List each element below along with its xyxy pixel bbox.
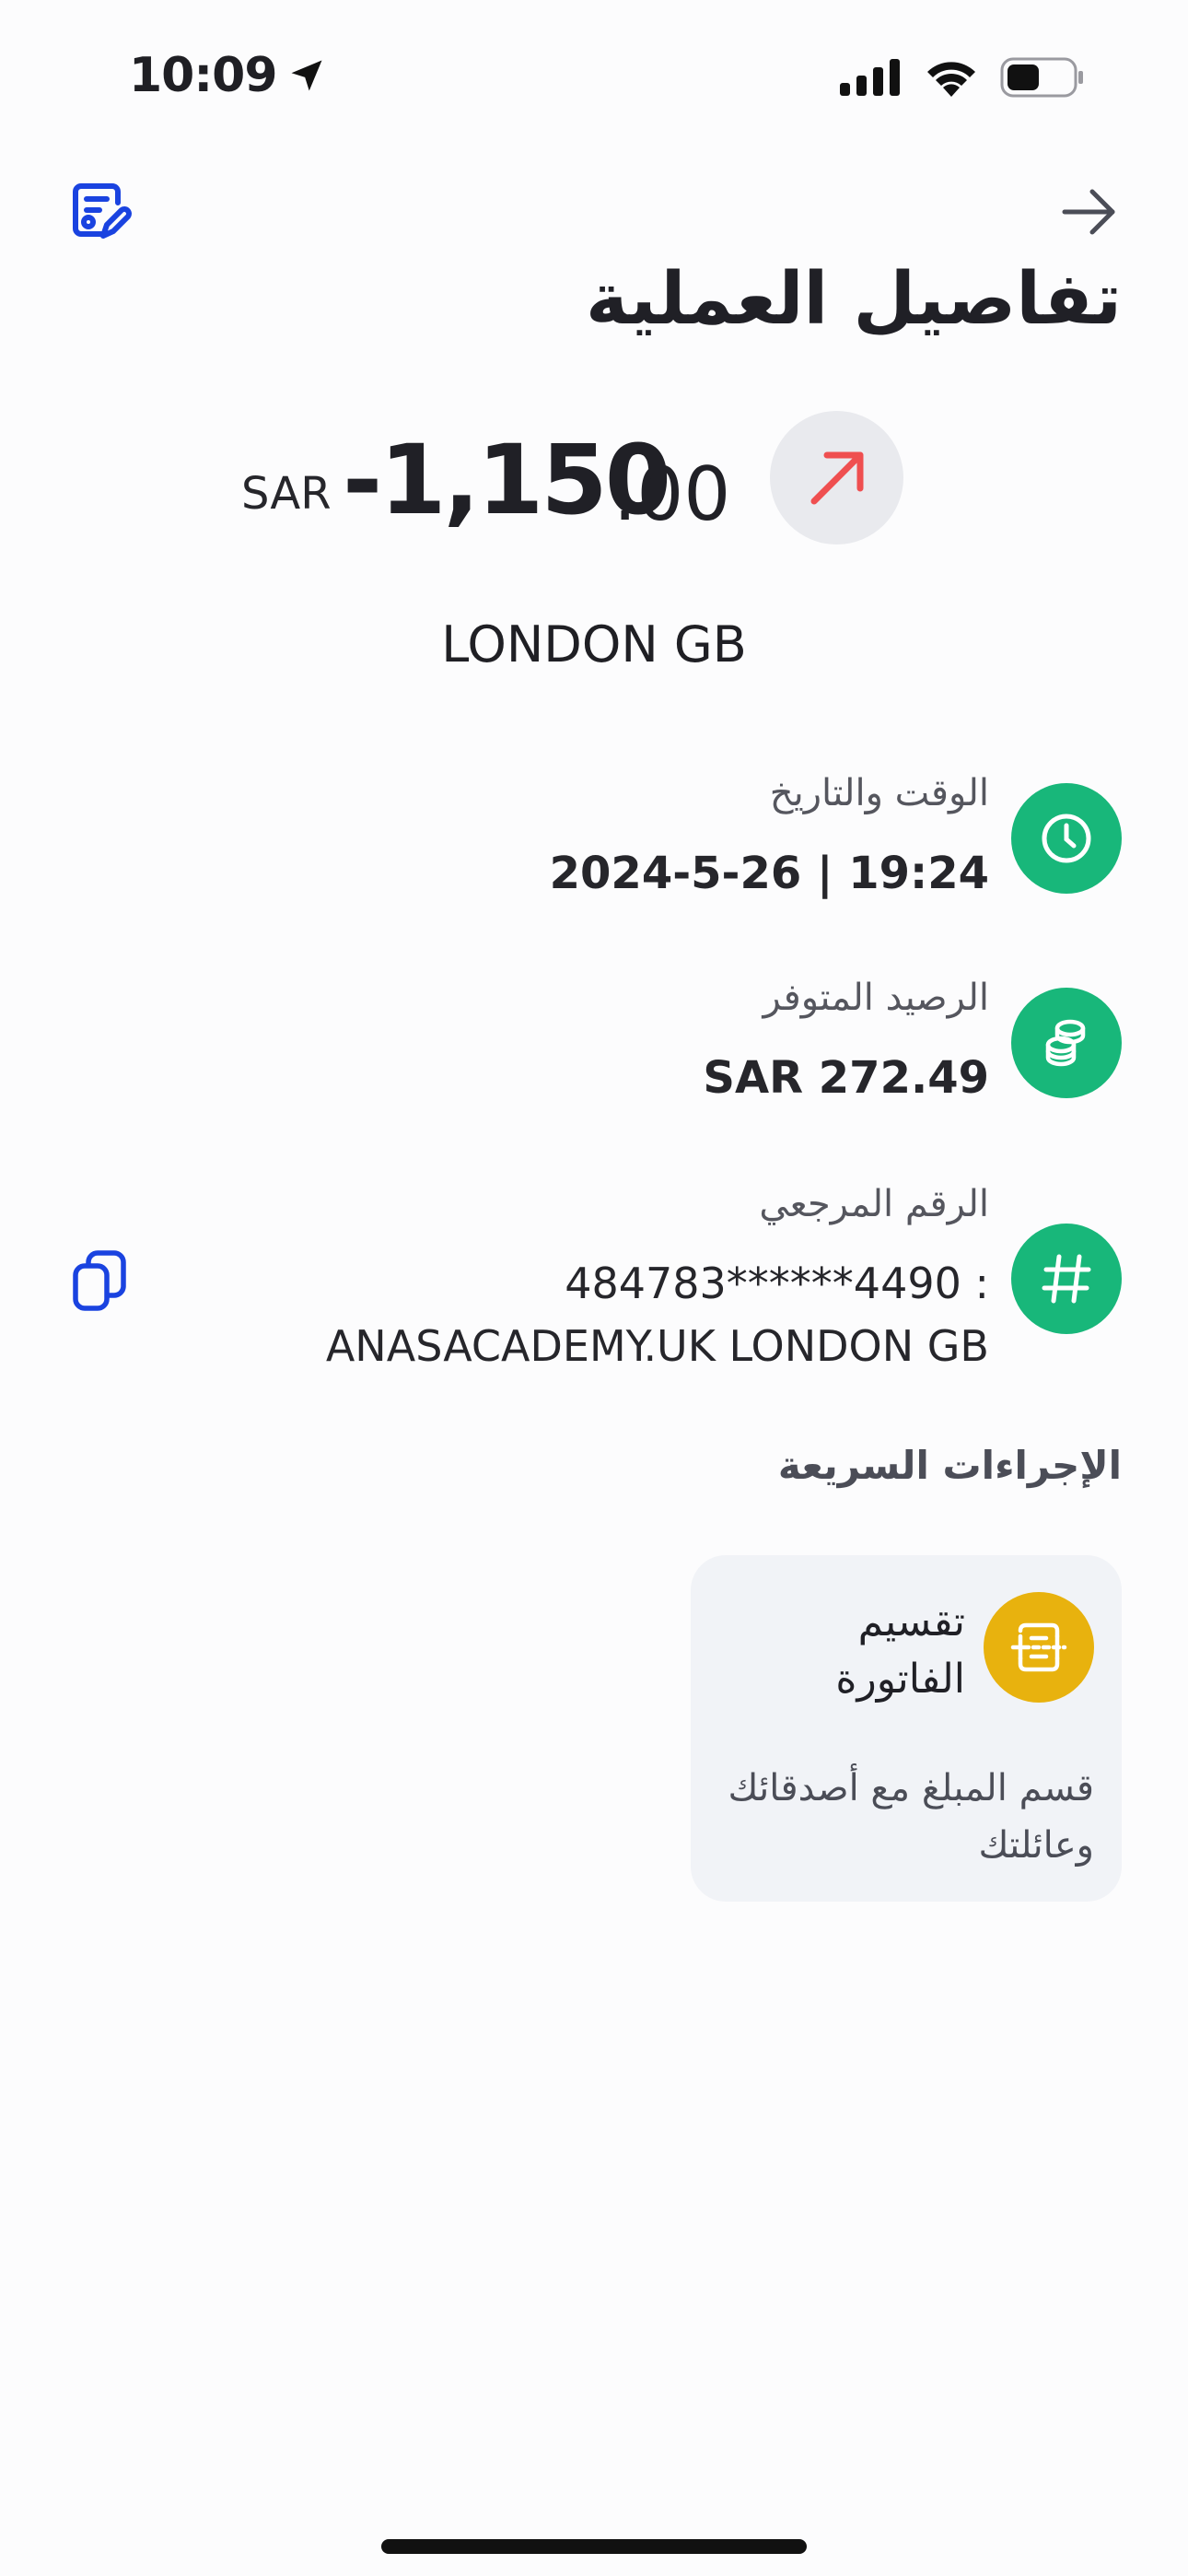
- split-bill-card[interactable]: تقسيم الفاتورة قسم المبلغ مع أصدقائك وعا…: [691, 1555, 1122, 1902]
- balance-label: الرصيد المتوفر: [763, 977, 989, 1019]
- edit-notes-button[interactable]: [66, 179, 133, 245]
- clock-icon: [1042, 814, 1091, 863]
- outgoing-transaction-badge: [770, 411, 903, 544]
- datetime-label: الوقت والتاريخ: [769, 772, 989, 814]
- arrow-right-icon: [1062, 189, 1115, 235]
- coins-icon: [1045, 1019, 1086, 1067]
- reference-label: الرقم المرجعي: [759, 1183, 989, 1225]
- reference-value-line2: ANASACADEMY.UK LONDON GB: [325, 1321, 989, 1371]
- amount-currency: SAR: [241, 468, 332, 520]
- split-bill-badge: [984, 1592, 1094, 1703]
- home-indicator[interactable]: [381, 2539, 807, 2554]
- split-bill-title: تقسيم الفاتورة: [835, 1598, 965, 1703]
- coins-badge: [1011, 988, 1122, 1098]
- merchant-name: LONDON GB: [0, 615, 1188, 673]
- quick-actions-title: الإجراءات السريعة: [777, 1443, 1122, 1488]
- split-bill-description: قسم المبلغ مع أصدقائك وعائلتك: [728, 1767, 1094, 1867]
- receipt-icon: [1010, 1622, 1067, 1672]
- battery-icon: [1000, 57, 1083, 98]
- hash-icon: [1042, 1254, 1091, 1304]
- hash-badge: [1011, 1224, 1122, 1334]
- wifi-icon: [927, 62, 975, 97]
- clock-badge: [1011, 783, 1122, 894]
- page-title: تفاصيل العملية: [585, 258, 1122, 341]
- reference-value-line1: 484783******4490 :: [565, 1259, 989, 1308]
- datetime-value: 2024-5-26 | 19:24: [549, 848, 989, 899]
- amount-decimal: .00: [613, 451, 731, 537]
- balance-value: SAR 272.49: [703, 1052, 989, 1104]
- merchant-name-text: LONDON GB: [441, 615, 747, 673]
- back-button[interactable]: [1055, 179, 1122, 245]
- arrow-up-right-icon: [810, 451, 863, 504]
- location-arrow-icon: [291, 60, 322, 91]
- transaction-details-screen: 10:09 تفاصيل العملية SAR -1,150 .00 LOND…: [0, 0, 1188, 2576]
- cellular-signal-icon: [840, 59, 900, 96]
- status-bar-indicators: [840, 57, 1085, 98]
- status-time-text: 10:09: [129, 48, 278, 103]
- edit-document-icon: [73, 183, 132, 239]
- amount-section: SAR -1,150 .00: [0, 405, 1188, 553]
- copy-reference-button[interactable]: [70, 1247, 129, 1314]
- copy-icon: [73, 1250, 126, 1311]
- status-bar-time: 10:09: [129, 48, 327, 103]
